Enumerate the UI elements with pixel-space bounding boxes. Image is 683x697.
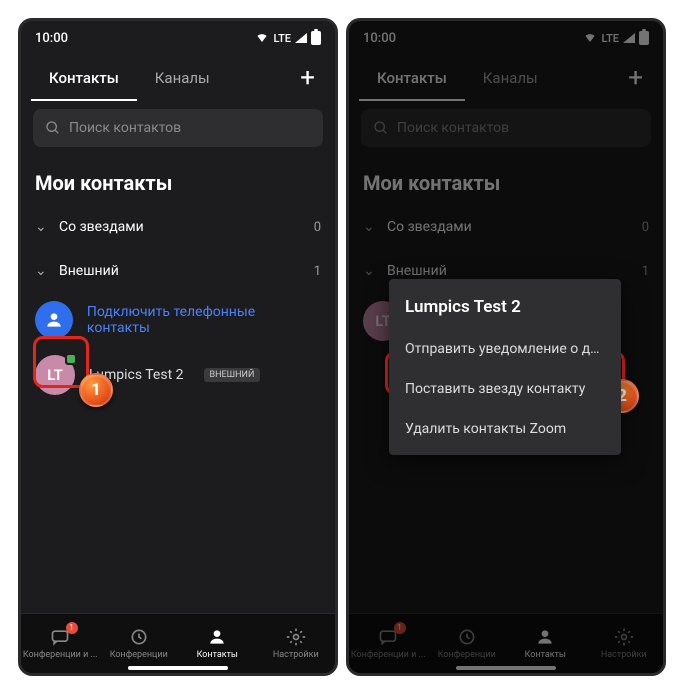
search-placeholder: Поиск контактов <box>397 120 509 136</box>
group-external[interactable]: ⌄ Внешний 1 <box>21 249 335 293</box>
battery-icon <box>311 31 321 45</box>
home-indicator <box>128 666 228 670</box>
nav-settings[interactable]: Настройки <box>585 614 664 673</box>
tab-channels[interactable]: Каналы <box>465 55 556 101</box>
nav-meetings-label: Конференции <box>438 650 496 660</box>
menu-item-remove[interactable]: Удалить контакты Zoom <box>389 409 621 449</box>
group-starred-label: Со звездами <box>53 219 314 235</box>
chevron-down-icon: ⌄ <box>363 219 381 235</box>
group-starred[interactable]: ⌄ Со звездами 0 <box>21 205 335 249</box>
person-icon <box>35 301 73 339</box>
nav-contacts[interactable]: Контакты <box>506 614 585 673</box>
chevron-down-icon: ⌄ <box>35 263 53 279</box>
external-badge: ВНЕШНИЙ <box>204 368 261 382</box>
section-title: Мои контакты <box>349 155 663 205</box>
search-input[interactable]: Поиск контактов <box>361 109 651 147</box>
nav-chat-label: Конференции и ... <box>351 650 426 660</box>
status-icons: LTE <box>583 31 649 45</box>
nav-meetings[interactable]: Конференции <box>100 614 179 673</box>
search-input[interactable]: Поиск контактов <box>33 109 323 147</box>
nav-chat[interactable]: Конференции и ... 1 <box>21 614 100 673</box>
home-indicator <box>456 666 556 670</box>
tab-contacts[interactable]: Контакты <box>359 55 465 101</box>
group-external-count: 1 <box>642 264 649 279</box>
nav-settings[interactable]: Настройки <box>257 614 336 673</box>
menu-item-notify[interactable]: Отправить уведомление о дос... <box>389 329 621 369</box>
nav-contacts[interactable]: Контакты <box>178 614 257 673</box>
nav-chat[interactable]: Конференции и ... 1 <box>349 614 428 673</box>
gear-icon <box>286 627 306 647</box>
status-time: 10:00 <box>35 31 68 46</box>
bottom-nav: Конференции и ... 1 Конференции Контакты… <box>349 613 663 673</box>
status-time: 10:00 <box>363 31 396 46</box>
nav-meetings[interactable]: Конференции <box>428 614 507 673</box>
top-tabs: Контакты Каналы + <box>349 55 663 101</box>
phone-screen-right: 10:00 LTE Контакты Каналы + Поиск контак… <box>346 18 666 676</box>
context-menu: Lumpics Test 2 Отправить уведомление о д… <box>389 279 621 455</box>
clock-icon <box>457 627 477 647</box>
callout-1: 1 <box>79 373 113 407</box>
tab-contacts[interactable]: Контакты <box>31 55 137 101</box>
badge-count: 1 <box>66 622 78 634</box>
group-starred[interactable]: ⌄ Со звездами 0 <box>349 205 663 249</box>
status-bar: 10:00 LTE <box>349 21 663 55</box>
add-button[interactable]: + <box>618 63 653 93</box>
top-tabs: Контакты Каналы + <box>21 55 335 101</box>
gear-icon <box>614 627 634 647</box>
group-external-label: Внешний <box>53 263 314 279</box>
contacts-icon <box>535 627 555 647</box>
group-starred-count: 0 <box>314 220 321 235</box>
section-title: Мои контакты <box>21 155 335 205</box>
context-menu-title: Lumpics Test 2 <box>389 293 621 329</box>
group-external-count: 1 <box>314 264 321 279</box>
signal-icon <box>623 33 635 43</box>
nav-settings-label: Настройки <box>601 650 647 660</box>
bottom-nav: Конференции и ... 1 Конференции Контакты… <box>21 613 335 673</box>
search-icon <box>45 120 61 136</box>
phone-screen-left: 10:00 LTE Контакты Каналы + Поиск контак… <box>18 18 338 676</box>
nav-contacts-label: Контакты <box>197 650 238 660</box>
clock-icon <box>129 627 149 647</box>
status-icons: LTE <box>255 31 321 45</box>
group-external-label: Внешний <box>381 263 642 279</box>
contacts-icon <box>207 627 227 647</box>
tab-channels[interactable]: Каналы <box>137 55 228 101</box>
nav-meetings-label: Конференции <box>110 650 168 660</box>
search-placeholder: Поиск контактов <box>69 120 181 136</box>
signal-icon <box>295 33 307 43</box>
nav-settings-label: Настройки <box>273 650 319 660</box>
wifi-icon <box>255 32 269 44</box>
battery-icon <box>639 31 649 45</box>
nav-contacts-label: Контакты <box>525 650 566 660</box>
connect-label: Подключить телефонные контакты <box>87 304 321 336</box>
group-starred-label: Со звездами <box>381 219 642 235</box>
chevron-down-icon: ⌄ <box>35 219 53 235</box>
nav-chat-label: Конференции и ... <box>23 650 98 660</box>
network-label: LTE <box>601 32 619 45</box>
status-bar: 10:00 LTE <box>21 21 335 55</box>
group-starred-count: 0 <box>642 220 649 235</box>
badge-count: 1 <box>394 622 406 634</box>
menu-item-star[interactable]: Поставить звезду контакту <box>389 369 621 409</box>
add-button[interactable]: + <box>290 63 325 93</box>
chevron-down-icon: ⌄ <box>363 263 381 279</box>
network-label: LTE <box>273 32 291 45</box>
search-icon <box>373 120 389 136</box>
wifi-icon <box>583 32 597 44</box>
